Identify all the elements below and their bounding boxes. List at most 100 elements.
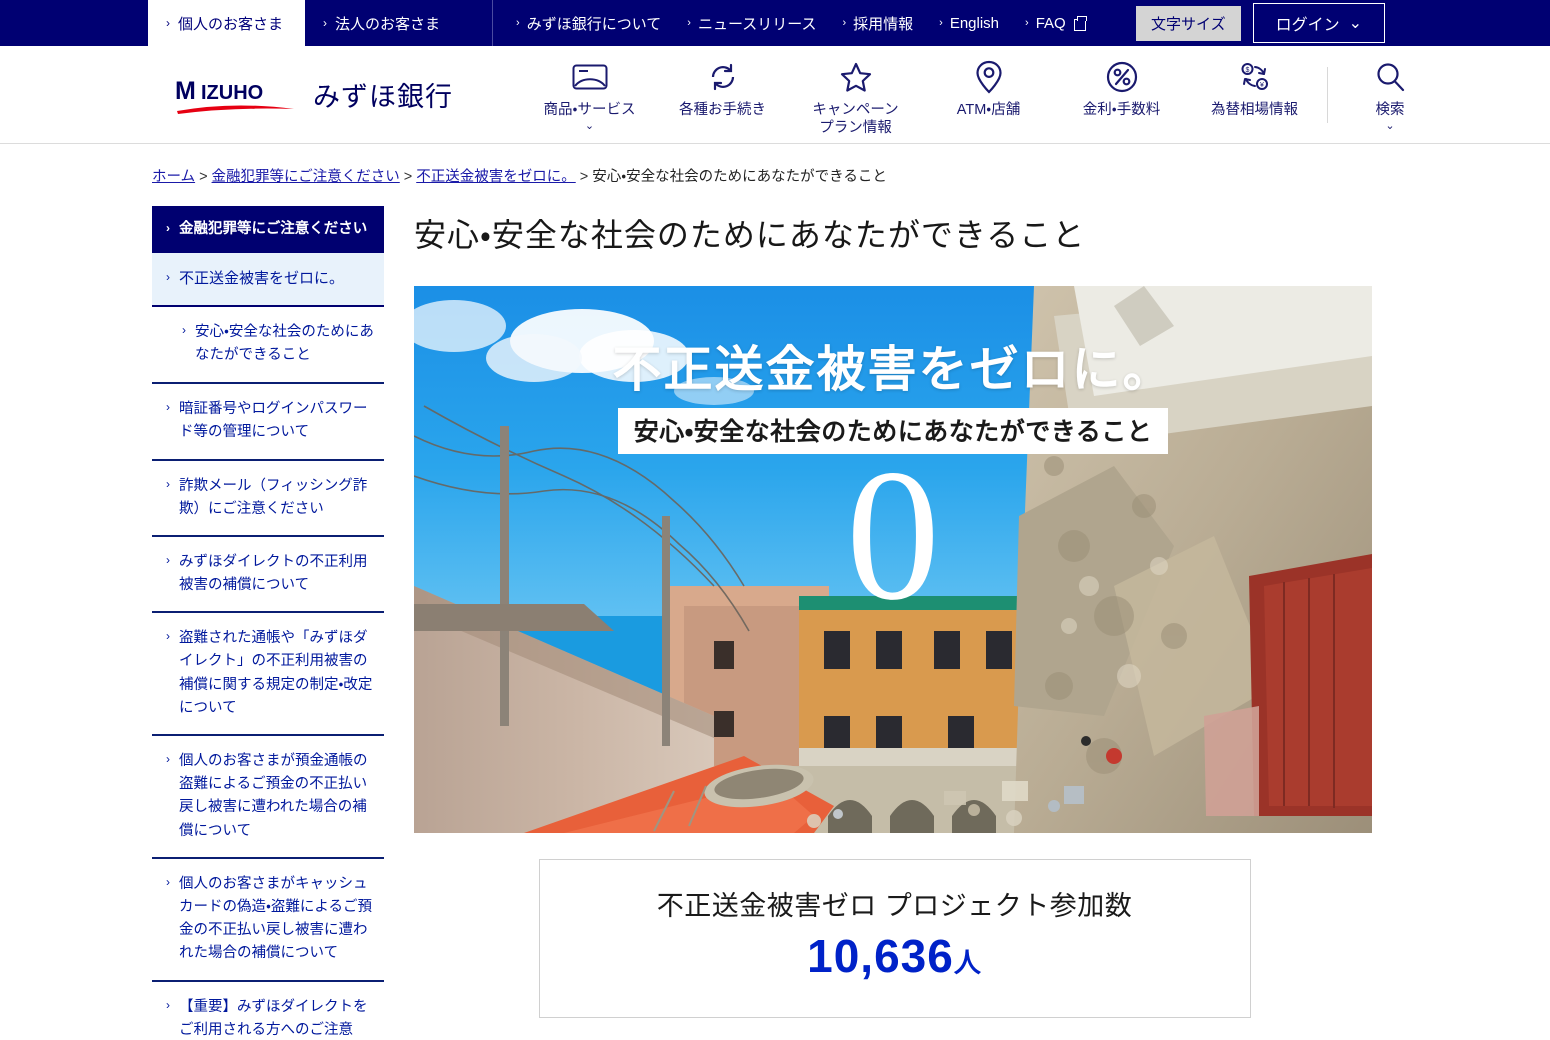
sidebar-item-pin-password[interactable]: › 暗証番号やログインパスワード等の管理について <box>152 384 384 461</box>
star-icon <box>840 58 872 96</box>
sidebar-item-cashcard-forgery-compensation[interactable]: › 個人のお客さまがキャッシュカードの偽造・盗難によるご預金の不正払い戻し被害に… <box>152 859 384 982</box>
search-icon <box>1375 58 1405 96</box>
sidebar-item-financial-crime[interactable]: › 金融犯罪等にご注意ください <box>152 206 384 254</box>
currency-exchange-icon: $ ¥ <box>1238 58 1272 96</box>
sidebar-subitem-what-you-can-do[interactable]: › 安心・安全な社会のためにあなたができること <box>152 307 384 385</box>
nav-item-exchange-rates-label: 為替相場情報 <box>1211 101 1298 118</box>
breadcrumb-item-current: 安心・安全な社会のためにあなたができること <box>592 169 887 185</box>
chevron-right-icon: › <box>323 16 328 30</box>
svg-text:$: $ <box>1245 67 1249 74</box>
chevron-right-icon: › <box>516 17 520 29</box>
sidebar-item-important-notice-label: 【重要】みずほダイレクトをご利用される方へのご注意（必ずお読みください） <box>179 998 368 1038</box>
utility-link-recruit[interactable]: › 採用情報 <box>829 13 926 34</box>
refresh-icon <box>707 58 739 96</box>
login-button[interactable]: ログイン ⌄ <box>1252 3 1385 43</box>
chevron-right-icon: › <box>842 17 847 29</box>
page-title: 安心・安全な社会のためにあなたができること <box>414 217 1086 253</box>
nav-item-rates-fees-label: 金利・手数料 <box>1082 101 1161 118</box>
nav-item-atm-branch-label: ATM・店舗 <box>956 101 1021 118</box>
sidebar-item-zero-fraud[interactable]: › 不正送金被害をゼロに。 <box>152 253 384 307</box>
chevron-right-icon: › <box>166 400 170 415</box>
external-link-icon <box>1071 16 1087 31</box>
chevron-down-icon: ⌄ <box>1348 15 1362 32</box>
chevron-right-icon: › <box>166 16 170 30</box>
sidebar-item-phishing[interactable]: › 詐欺メール（フィッシング詐欺）にご注意ください <box>152 461 384 537</box>
sidebar-item-cashcard-forgery-compensation-label: 個人のお客さまがキャッシュカードの偽造・盗難によるご預金の不正払い戻し被害に遭わ… <box>179 875 372 962</box>
mizuho-logo-icon: M IZUHO <box>175 74 297 116</box>
breadcrumb-item-home[interactable]: ホーム <box>152 165 195 186</box>
hero-photo <box>414 286 1372 833</box>
nav-item-products-label: 商品・サービス <box>543 101 636 118</box>
main-column: 安心・安全な社会のためにあなたができること 不正送金被害をゼロに。 安心・安全な… <box>384 206 1550 1040</box>
sidebar-item-financial-crime-label: 金融犯罪等にご注意ください <box>179 221 368 237</box>
sidebar-item-stolen-passbook-rules-label: 盗難された通帳や「みずほダイレクト」の不正利用被害の補償に関する規定の制定・改定… <box>179 630 373 716</box>
nav-item-atm-branch[interactable]: ATM・店舗 <box>922 52 1055 119</box>
utility-link-recruit-label: 採用情報 <box>853 15 914 33</box>
sidebar-item-phishing-label: 詐欺メール（フィッシング詐欺）にご注意ください <box>179 477 368 517</box>
project-counter-value: 10,636 <box>807 930 954 982</box>
chevron-right-icon: › <box>166 476 170 491</box>
utility-left-spacer <box>0 0 148 46</box>
text-size-button[interactable]: 文字サイズ <box>1136 5 1241 41</box>
breadcrumb-separator: > <box>403 169 413 185</box>
chevron-right-icon: › <box>939 17 943 29</box>
hero-banner[interactable]: 不正送金被害をゼロに。 安心・安全な社会のためにあなたができること 0 <box>414 286 1372 833</box>
utility-link-news[interactable]: › ニュースリリース <box>674 13 829 34</box>
utility-actions: 文字サイズ ログイン ⌄ <box>1136 0 1550 46</box>
chevron-right-icon: › <box>166 752 170 767</box>
project-counter-value-row: 10,636人 <box>550 929 1240 983</box>
chevron-down-icon: ⌄ <box>584 120 595 132</box>
sidebar-item-important-notice[interactable]: › 【重要】みずほダイレクトをご利用される方へのご注意（必ずお読みください） <box>152 982 384 1040</box>
project-counter-box: 不正送金被害ゼロ プロジェクト参加数 10,636人 <box>538 859 1251 1018</box>
project-counter-unit: 人 <box>953 948 982 978</box>
sidebar-item-passbook-theft-compensation[interactable]: › 個人のお客さまが預金通帳の盗難によるご預金の不正払い戻し被害に遭われた場合の… <box>152 736 384 859</box>
chevron-right-icon: › <box>166 221 170 235</box>
nav-divider <box>1327 66 1328 123</box>
utility-link-about[interactable]: › みずほ銀行について <box>503 13 674 34</box>
site-header: M IZUHO みずほ銀行 商品・サービス ⌄ 各種お手続き キャンペーン プラ… <box>0 46 1550 144</box>
chevron-right-icon: › <box>166 874 170 889</box>
sidebar-subitem-what-you-can-do-label: 安心・安全な社会のためにあなたができること <box>195 323 374 363</box>
breadcrumb-item-zero-fraud[interactable]: 不正送金被害をゼロに。 <box>416 165 576 186</box>
sidebar-item-stolen-passbook-rules[interactable]: › 盗難された通帳や「みずほダイレクト」の不正利用被害の補償に関する規定の制定・… <box>152 613 384 737</box>
utility-tab-personal-label: 個人のお客さま <box>178 15 284 33</box>
map-pin-icon <box>975 58 1002 96</box>
utility-tab-corporate[interactable]: › 法人のお客さま <box>305 0 462 46</box>
nav-item-procedures[interactable]: 各種お手続き <box>656 52 789 119</box>
chevron-right-icon: › <box>1025 17 1029 29</box>
global-navigation: 商品・サービス ⌄ 各種お手続き キャンペーン プラン情報 ATM・店舗 金利・… <box>523 52 1446 137</box>
breadcrumb-separator: > <box>579 169 589 185</box>
utility-tab-personal[interactable]: › 個人のお客さま <box>148 0 306 46</box>
login-button-label: ログイン <box>1275 17 1340 34</box>
nav-item-search-label: 検索 <box>1375 101 1405 118</box>
breadcrumb-item-financial-crime[interactable]: 金融犯罪等にご注意ください <box>212 165 400 186</box>
breadcrumb: ホーム > 金融犯罪等にご注意ください > 不正送金被害をゼロに。 > 安心・安… <box>0 144 1550 206</box>
utility-link-faq-label: FAQ <box>1035 14 1066 32</box>
utility-link-about-label: みずほ銀行について <box>526 15 662 33</box>
sidebar-item-direct-compensation[interactable]: › みずほダイレクトの不正利用被害の補償について <box>152 537 384 614</box>
svg-text:IZUHO: IZUHO <box>201 82 263 104</box>
nav-item-products[interactable]: 商品・サービス ⌄ <box>523 52 656 132</box>
sidebar: › 金融犯罪等にご注意ください › 不正送金被害をゼロに。 › 安心・安全な社会… <box>152 206 384 1040</box>
svg-text:¥: ¥ <box>1260 82 1264 89</box>
sidebar-item-pin-password-label: 暗証番号やログインパスワード等の管理について <box>179 401 368 441</box>
chevron-right-icon: › <box>687 17 691 29</box>
site-logo-jp-label: みずほ銀行 <box>313 82 453 112</box>
utility-link-english[interactable]: › English <box>926 15 1012 32</box>
chevron-down-icon: ⌄ <box>1385 120 1395 132</box>
utility-link-english-label: English <box>949 14 1000 32</box>
chevron-right-icon: › <box>166 552 170 567</box>
utility-link-faq[interactable]: › FAQ <box>1012 15 1099 32</box>
percent-icon <box>1106 58 1138 96</box>
sidebar-item-direct-compensation-label: みずほダイレクトの不正利用被害の補償について <box>179 553 368 594</box>
site-logo[interactable]: M IZUHO みずほ銀行 <box>175 74 453 116</box>
nav-item-campaign[interactable]: キャンペーン プラン情報 <box>789 52 922 137</box>
sidebar-item-zero-fraud-label: 不正送金被害をゼロに。 <box>179 270 345 288</box>
chevron-right-icon: › <box>166 270 170 285</box>
page-content: › 金融犯罪等にご注意ください › 不正送金被害をゼロに。 › 安心・安全な社会… <box>0 206 1550 1040</box>
nav-item-exchange-rates[interactable]: $ ¥ 為替相場情報 <box>1188 52 1321 119</box>
nav-item-rates-fees[interactable]: 金利・手数料 <box>1055 52 1188 119</box>
project-counter-label: 不正送金被害ゼロ プロジェクト参加数 <box>656 891 1133 921</box>
nav-item-search[interactable]: 検索 ⌄ <box>1334 52 1446 132</box>
utility-tab-corporate-label: 法人のお客さま <box>335 15 441 33</box>
